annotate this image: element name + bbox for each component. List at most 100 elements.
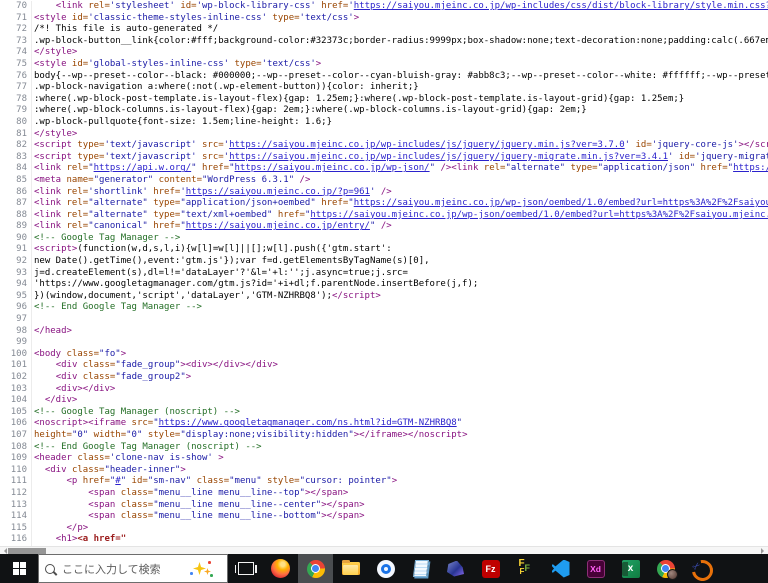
code-segment: > <box>315 58 322 69</box>
code-segment: type= <box>267 12 300 23</box>
code-segment: href= <box>315 198 349 209</box>
line-number: 108 <box>0 441 32 454</box>
taskbar-scissors-button[interactable]: ✂ <box>683 554 718 583</box>
line-number: 87 <box>0 198 32 210</box>
code-segment: "text/xml+oembed" <box>180 209 273 220</box>
code-segment: rel= <box>61 163 89 174</box>
code-segment: > <box>353 12 360 23</box>
code-segment: <!-- End Google Tag Manager (noscript) -… <box>34 441 262 452</box>
horizontal-scrollbar[interactable] <box>0 546 768 554</box>
code-segment: href= <box>695 163 728 174</box>
code-text: <body class="fo"> <box>32 349 126 361</box>
line-number: 98 <box>0 325 32 338</box>
taskbar-notepad-button[interactable] <box>403 554 438 583</box>
source-link[interactable]: https://saiyou.mjeinc.co.jp/wp-includes/… <box>354 1 768 11</box>
code-text: <header class='clone-nav is-show' > <box>32 453 224 465</box>
code-segment: 'https://www.googletagmanager.com/gtm.js… <box>34 279 479 290</box>
code-text: <div class="fade_group2"> <box>32 372 192 384</box>
code-text: 'https://www.googletagmanager.com/gtm.js… <box>32 279 478 291</box>
search-highlights-icon[interactable] <box>189 559 213 579</box>
code-segment: > <box>180 464 186 475</box>
taskbar-ffftp-button[interactable]: FFF <box>508 554 543 583</box>
source-line: 104 </div> <box>0 395 768 407</box>
code-segment: class= <box>115 487 154 498</box>
code-segment: href= <box>272 209 305 220</box>
code-text: :where(.wp-block-columns.is-layout-flex)… <box>32 105 587 117</box>
source-line: 100 <body class="fo"> <box>0 348 768 361</box>
code-segment: <meta <box>34 174 62 185</box>
taskbar-xd-button[interactable]: Xd <box>578 554 613 583</box>
source-line: 92 new Date().getTime(),event:'gtm.js'});… <box>0 256 768 268</box>
code-text: <!-- End Google Tag Manager --> <box>32 302 202 314</box>
source-link[interactable]: https://saiyou.mjeinc.co.jp/wp-includes/… <box>229 140 625 150</box>
source-link[interactable]: https://saiyou.mjeinc.co.jp/wp-json/oemb… <box>354 198 768 208</box>
taskbar-blue-circle-button[interactable] <box>368 554 403 583</box>
task-view-icon <box>234 562 257 575</box>
taskbar-chrome2-button[interactable] <box>648 554 683 583</box>
code-segment: :where(.wp-block-post-template.is-layout… <box>34 93 685 104</box>
taskbar-icons: Fz F F F Xd x ✂ <box>228 554 718 583</box>
code-segment: new Date().getTime(),event:'gtm.js'});va… <box>34 256 430 267</box>
code-segment: </style> <box>34 47 78 58</box>
scissors-glyph: ✂ <box>689 558 705 575</box>
source-line: 114 <span class="menu__line menu__line--… <box>0 511 768 523</box>
taskbar-filezilla-button[interactable]: Fz <box>473 554 508 583</box>
taskbar-chrome-button[interactable] <box>298 554 333 583</box>
code-segment: <header <box>34 453 72 464</box>
code-text: })(window,document,'script','dataLayer',… <box>32 291 381 303</box>
code-segment: id= <box>673 151 696 162</box>
code-segment: <link <box>34 221 62 232</box>
line-number: 101 <box>0 360 32 372</box>
line-number: 89 <box>0 221 32 233</box>
code-segment: type= <box>147 198 181 209</box>
source-link[interactable]: https://saiyou.mjeinc.co.jp/wp-includes/… <box>229 152 668 162</box>
taskbar-vscode-button[interactable] <box>543 554 578 583</box>
source-link[interactable]: https://www.googletagmanager.com/ns.html… <box>159 418 457 428</box>
source-link[interactable]: https://saiyou.mjeinc.co.jp/entry/ <box>186 221 370 231</box>
code-segment: <script> <box>34 244 78 255</box>
line-number: 100 <box>0 348 32 361</box>
code-segment: rel= <box>82 1 110 11</box>
taskbar-firefox-button[interactable] <box>263 554 298 583</box>
ffftp-letter: F <box>519 566 525 576</box>
taskbar-explorer-button[interactable] <box>333 554 368 583</box>
code-text: /*! This file is auto-generated */ <box>32 24 218 36</box>
source-line: 73 .wp-block-button__link{color:#fff;back… <box>0 35 768 48</box>
taskbar-excel-button[interactable]: x <box>613 554 648 583</box>
code-segment: <script <box>34 151 72 162</box>
source-line: 70 <link rel='stylesheet' id='wp-block-l… <box>0 1 768 13</box>
source-link[interactable]: https://saiyou.mjeinc.co.jp/?p=961 <box>186 187 370 197</box>
code-text: <link rel="alternate" type="application/… <box>32 198 768 210</box>
source-link[interactable]: https://api.w.org/ <box>94 163 192 173</box>
code-segment: 'global-styles-inline-css' <box>88 58 230 69</box>
code-text: .wp-block-button__link{color:#fff;backgr… <box>32 36 768 48</box>
source-link[interactable]: https://saiyou.mjeinc.co.jp/wp-json/ <box>235 163 430 173</box>
code-segment: ></span> <box>321 499 365 510</box>
line-number: 76 <box>0 70 32 83</box>
taskbar-task-view-button[interactable] <box>228 554 263 583</box>
code-segment: "0" <box>71 429 89 440</box>
taskbar-search-input[interactable]: ここに入力して検索 <box>38 554 228 583</box>
line-number: 106 <box>0 418 32 430</box>
code-segment: src= <box>126 418 154 429</box>
scissors-app-icon: ✂ <box>689 558 710 578</box>
code-segment: style= <box>261 476 300 487</box>
line-number: 109 <box>0 453 32 465</box>
source-line: 80 .wp-block-pullquote{font-size: 1.5em;l… <box>0 116 768 129</box>
source-line: 79:where(.wp-block-columns.is-layout-fle… <box>0 105 768 117</box>
code-text: <noscript><iframe src= "https://www.googl… <box>32 418 462 430</box>
source-link[interactable]: https://saiyou.mjeinc.co.jp/wp-json/wp/v… <box>733 163 768 173</box>
start-button[interactable] <box>0 554 38 583</box>
code-segment: <h1> <box>55 534 78 545</box>
line-number: 88 <box>0 209 32 222</box>
line-number: 74 <box>0 47 32 59</box>
source-link[interactable]: https://saiyou.mjeinc.co.jp/wp-json/oemb… <box>310 210 768 220</box>
taskbar-blue3d-button[interactable] <box>438 554 473 583</box>
code-text: <link rel='stylesheet' id='wp-block-libr… <box>32 1 768 13</box>
code-text: <div></div> <box>32 384 116 396</box>
line-number: 115 <box>0 522 32 535</box>
